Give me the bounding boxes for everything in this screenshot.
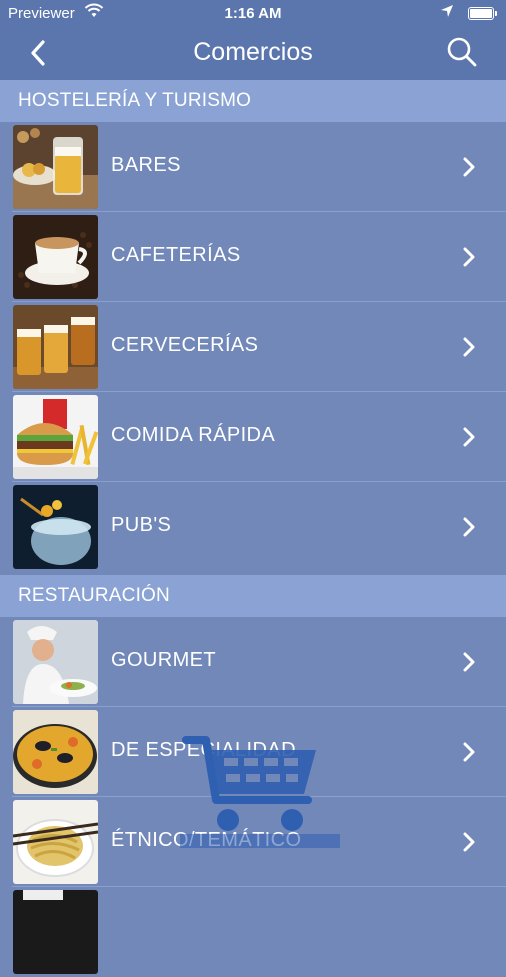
chevron-right-icon bbox=[463, 247, 475, 267]
chevron-right-icon bbox=[463, 337, 475, 357]
chevron-right-icon bbox=[463, 652, 475, 672]
comida-rapida-thumbnail bbox=[13, 395, 98, 479]
battery-icon bbox=[468, 7, 497, 20]
list-item-label: BARES bbox=[111, 154, 181, 176]
pubs-thumbnail bbox=[13, 485, 98, 569]
list-item-label: GOURMET bbox=[111, 649, 217, 671]
cafeterias-thumbnail bbox=[13, 215, 98, 299]
section-header-restauracion: RESTAURACIÓN bbox=[0, 575, 506, 617]
list-item-cervecerias[interactable]: CERVECERÍAS bbox=[0, 302, 506, 392]
search-button[interactable] bbox=[446, 36, 478, 68]
cervecerias-thumbnail bbox=[13, 305, 98, 389]
list-item-gourmet[interactable]: GOURMET bbox=[0, 617, 506, 707]
gourmet-thumbnail bbox=[13, 620, 98, 704]
list-item-comida-rapida[interactable]: COMIDA RÁPIDA bbox=[0, 392, 506, 482]
chevron-right-icon bbox=[463, 832, 475, 852]
search-icon bbox=[447, 37, 477, 67]
section-header-hosteleria: HOSTELERÍA Y TURISMO bbox=[0, 80, 506, 122]
de-especialidad-thumbnail bbox=[13, 710, 98, 794]
list-item-label: COMIDA RÁPIDA bbox=[111, 424, 276, 446]
navigation-bar: Comercios bbox=[0, 28, 506, 81]
list-item-label: CAFETERÍAS bbox=[111, 244, 241, 266]
chevron-right-icon bbox=[463, 517, 475, 537]
bares-thumbnail bbox=[13, 125, 98, 209]
clock: 1:16 AM bbox=[224, 5, 282, 22]
list-item-cafeterias[interactable]: CAFETERÍAS bbox=[0, 212, 506, 302]
shopping-cart-watermark-icon bbox=[180, 736, 340, 848]
list-item-bares[interactable]: BARES bbox=[0, 122, 506, 212]
chevron-right-icon bbox=[463, 742, 475, 762]
etnico-tematico-thumbnail bbox=[13, 800, 98, 884]
partial-thumbnail bbox=[13, 890, 98, 974]
chevron-right-icon bbox=[463, 157, 475, 177]
list-item-label: PUB'S bbox=[111, 514, 172, 536]
status-bar: Previewer 1:16 AM bbox=[0, 0, 506, 28]
list-item-partial[interactable] bbox=[0, 887, 506, 977]
chevron-right-icon bbox=[463, 427, 475, 447]
list-item-pubs[interactable]: PUB'S bbox=[0, 482, 506, 572]
list-item-label: CERVECERÍAS bbox=[111, 334, 259, 356]
location-arrow-icon bbox=[440, 4, 454, 22]
page-title: Comercios bbox=[193, 38, 313, 66]
